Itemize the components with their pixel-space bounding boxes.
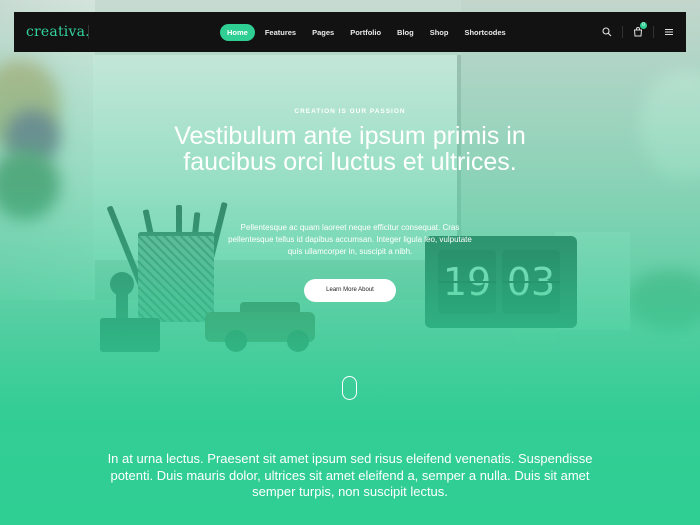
menu-item-features[interactable]: Features bbox=[259, 24, 302, 41]
menu-item-shortcodes[interactable]: Shortcodes bbox=[458, 24, 511, 41]
cart-count-badge: 0 bbox=[640, 22, 647, 29]
top-navbar: creativa. Home Features Pages Portfolio … bbox=[14, 12, 686, 52]
learn-more-button[interactable]: Learn More About bbox=[304, 279, 396, 302]
divider bbox=[653, 26, 654, 38]
site-logo[interactable]: creativa. bbox=[26, 24, 90, 40]
divider bbox=[622, 26, 623, 38]
cart-icon[interactable]: 0 bbox=[633, 22, 647, 37]
scroll-down-icon[interactable] bbox=[342, 376, 357, 400]
menu-item-pages[interactable]: Pages bbox=[306, 24, 340, 41]
menu-icon[interactable] bbox=[664, 27, 674, 37]
menu-item-portfolio[interactable]: Portfolio bbox=[344, 24, 387, 41]
nav-icons: 0 bbox=[602, 12, 674, 52]
menu-item-blog[interactable]: Blog bbox=[391, 24, 420, 41]
divider bbox=[88, 25, 89, 39]
hero-lead: Pellentesque ac quam laoreet neque effic… bbox=[228, 223, 472, 256]
hero-eyebrow: CREATION IS OUR PASSION bbox=[294, 108, 406, 115]
main-menu: Home Features Pages Portfolio Blog Shop … bbox=[220, 12, 512, 52]
intro-paragraph: In at urna lectus. Praesent sit amet ips… bbox=[107, 451, 593, 499]
search-icon[interactable] bbox=[602, 27, 612, 37]
hero-headline: Vestibulum ante ipsum primis in faucibus… bbox=[174, 122, 526, 176]
menu-item-shop[interactable]: Shop bbox=[424, 24, 455, 41]
green-gradient-overlay bbox=[0, 0, 700, 525]
menu-item-home[interactable]: Home bbox=[220, 23, 255, 41]
